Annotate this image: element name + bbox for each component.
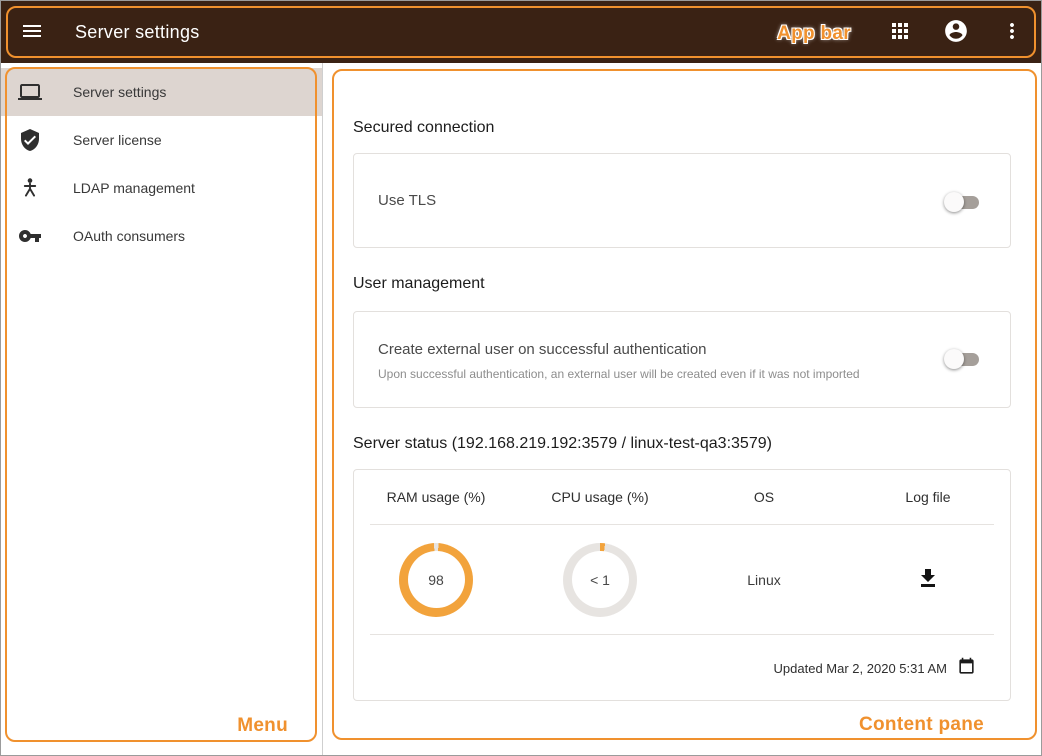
more-vert-icon (1000, 19, 1024, 46)
hamburger-menu-button[interactable] (15, 15, 49, 49)
create-external-user-label: Create external user on successful authe… (378, 341, 1010, 358)
apps-grid-button[interactable] (883, 15, 917, 49)
header-ram-usage: RAM usage (%) (354, 470, 518, 524)
sidebar-item-label: LDAP management (73, 180, 195, 196)
create-external-user-toggle[interactable] (944, 349, 982, 369)
cpu-value: < 1 (572, 551, 629, 608)
app-bar-actions (883, 1, 1029, 63)
use-tls-toggle[interactable] (944, 192, 982, 212)
account-circle-icon (943, 18, 969, 47)
use-tls-card: Use TLS (353, 153, 1011, 248)
sidebar-item-label: Server license (73, 132, 162, 148)
calendar-icon (957, 657, 976, 681)
content-pane-annotation-label: Content pane (859, 714, 984, 736)
section-title-user-management: User management (353, 275, 485, 293)
section-title-server-status: Server status (192.168.219.192:3579 / li… (353, 435, 772, 453)
toggle-thumb (944, 192, 964, 212)
more-options-button[interactable] (995, 15, 1029, 49)
menu-annotation-label: Menu (237, 715, 288, 737)
page: Server settings App bar (0, 0, 1042, 756)
status-table-row: 98 < 1 Linux (354, 525, 1010, 634)
sidebar-menu: Server settings Server license LDAP mana… (1, 63, 323, 755)
shield-check-icon (18, 128, 42, 152)
sidebar-item-server-license[interactable]: Server license (1, 116, 322, 164)
header-log-file: Log file (846, 470, 1010, 524)
ram-donut: 98 (399, 543, 473, 617)
account-button[interactable] (939, 15, 973, 49)
sidebar-item-ldap-management[interactable]: LDAP management (1, 164, 322, 212)
create-external-user-card: Create external user on successful authe… (353, 311, 1011, 408)
ram-value: 98 (408, 551, 465, 608)
person-tree-icon (18, 176, 42, 200)
key-icon (18, 224, 42, 248)
hamburger-icon (20, 19, 44, 46)
create-external-user-description: Upon successful authentication, an exter… (378, 367, 1010, 381)
server-status-card: RAM usage (%) CPU usage (%) OS Log file … (353, 469, 1011, 701)
header-cpu-usage: CPU usage (%) (518, 470, 682, 524)
use-tls-label: Use TLS (378, 192, 436, 209)
content-pane: Secured connection Use TLS User manageme… (324, 63, 1041, 755)
cpu-donut: < 1 (563, 543, 637, 617)
section-title-secured-connection: Secured connection (353, 119, 494, 137)
sidebar-item-label: Server settings (73, 84, 166, 100)
app-bar-title: Server settings (75, 22, 200, 43)
status-footer: Updated Mar 2, 2020 5:31 AM (354, 635, 1010, 702)
download-icon (916, 566, 940, 593)
sidebar-item-oauth-consumers[interactable]: OAuth consumers (1, 212, 322, 260)
sidebar-item-server-settings[interactable]: Server settings (1, 68, 322, 116)
sidebar-item-label: OAuth consumers (73, 228, 185, 244)
app-bar: Server settings App bar (1, 1, 1041, 63)
app-bar-annotation-label: App bar (777, 23, 851, 45)
header-os: OS (682, 470, 846, 524)
laptop-icon (18, 80, 42, 104)
apps-grid-icon (888, 19, 912, 46)
os-value: Linux (682, 525, 846, 634)
download-log-button[interactable] (913, 565, 943, 595)
status-table-header: RAM usage (%) CPU usage (%) OS Log file (354, 470, 1010, 524)
toggle-thumb (944, 349, 964, 369)
updated-timestamp: Updated Mar 2, 2020 5:31 AM (774, 661, 947, 676)
